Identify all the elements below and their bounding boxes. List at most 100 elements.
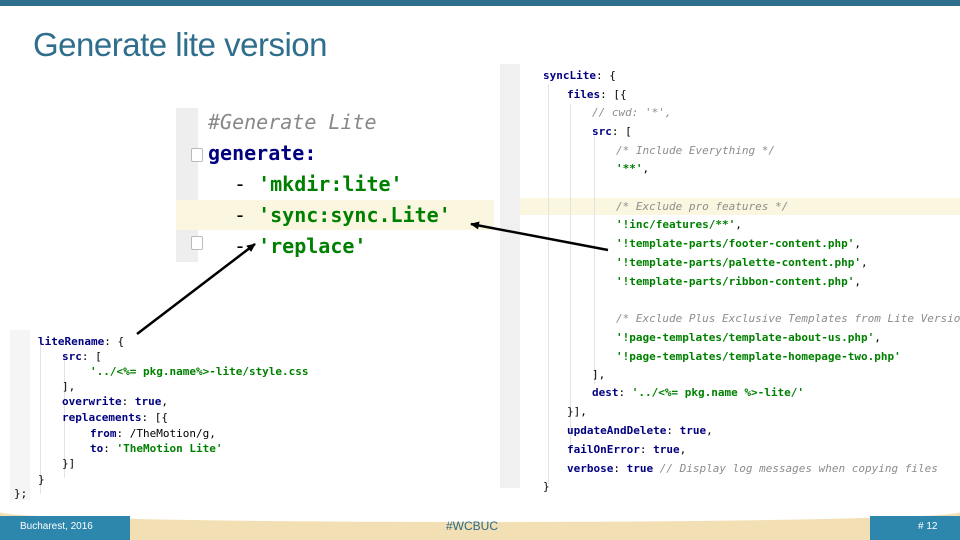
- code-token: }: [543, 480, 550, 493]
- code-token: true: [134, 395, 162, 408]
- code-token: ,: [642, 162, 650, 175]
- code-token: '../<%= pkg.name %>-lite/': [631, 386, 804, 399]
- code-token: verbose: [567, 462, 614, 475]
- code-line: dest: '../<%= pkg.name %>-lite/': [592, 386, 804, 399]
- yaml-comment: #Generate Lite: [208, 110, 377, 134]
- code-token: '!inc/features/**': [616, 218, 736, 231]
- yaml-code-panel: #Generate Lite generate: - 'mkdir:lite' …: [176, 108, 494, 262]
- fold-icon: [191, 148, 203, 162]
- yaml-item: - 'sync:sync.Lite': [234, 203, 451, 227]
- code-token: :: [121, 395, 135, 408]
- code-line: verbose: true // Display log messages wh…: [567, 462, 938, 475]
- code-token: syncLite: [543, 69, 596, 82]
- code-line: '**',: [616, 162, 649, 175]
- code-token: : [: [81, 350, 102, 363]
- code-token: replacements: [62, 411, 142, 424]
- code-token: true: [653, 443, 680, 456]
- code-token: ,: [161, 395, 168, 408]
- indent-guide: [594, 134, 595, 384]
- code-token: : [: [611, 125, 632, 138]
- code-line: updateAndDelete: true,: [567, 424, 713, 437]
- code-token: true: [626, 462, 654, 475]
- code-token: ],: [592, 368, 606, 381]
- code-line: '!template-parts/footer-content.php',: [616, 237, 861, 250]
- code-line: '!template-parts/palette-content.php',: [616, 256, 868, 269]
- code-line: }: [38, 473, 45, 486]
- code-token: :: [666, 424, 680, 437]
- footer-location: Bucharest, 2016: [20, 521, 93, 532]
- code-line: src: [: [62, 350, 102, 363]
- code-line: // cwd: '*',: [592, 106, 671, 119]
- code-line: '!template-parts/ribbon-content.php',: [616, 275, 861, 288]
- footer-hashtag: #WCBUC: [446, 519, 499, 533]
- yaml-item: - 'replace': [234, 234, 367, 258]
- code-line: '!page-templates/template-about-us.php',: [616, 331, 881, 344]
- code-token: to: [90, 442, 104, 455]
- indent-guide: [40, 344, 41, 494]
- code-token: ,: [854, 275, 862, 288]
- code-token: from: [90, 427, 117, 440]
- code-token: updateAndDelete: [567, 424, 667, 437]
- code-token: ,: [706, 424, 713, 437]
- code-line: overwrite: true,: [62, 395, 168, 408]
- code-token: : /TheMotion/g,: [116, 427, 216, 440]
- code-token: ,: [735, 218, 742, 231]
- code-token: :: [618, 386, 632, 399]
- code-line: files: [{: [567, 88, 627, 101]
- code-line: '!inc/features/**',: [616, 218, 742, 231]
- code-token: ,: [679, 443, 687, 456]
- code-token: ,: [861, 256, 868, 269]
- code-token: : [{: [141, 411, 168, 424]
- code-line: from: /TheMotion/g,: [90, 427, 216, 440]
- code-token: :: [639, 443, 654, 456]
- code-token: true: [679, 424, 707, 437]
- code-token: liteRename: [38, 335, 105, 348]
- code-token: overwrite: [62, 395, 122, 408]
- code-line: liteRename: {: [38, 335, 124, 348]
- code-line: ],: [592, 368, 605, 381]
- code-token: '!page-templates/template-homepage-two.p…: [616, 350, 901, 363]
- code-token: src: [592, 125, 612, 138]
- code-gutter: [10, 330, 30, 500]
- code-token: : {: [595, 69, 616, 82]
- code-token: }]: [62, 457, 76, 470]
- code-token: // Display log messages when copying fil…: [653, 462, 938, 475]
- code-token: /* Include Everything */: [616, 144, 775, 157]
- yaml-item: - 'mkdir:lite': [234, 172, 403, 196]
- code-line: }]: [62, 457, 75, 470]
- code-token: : {: [104, 335, 125, 348]
- code-line: failOnError: true,: [567, 443, 686, 456]
- code-token: ,: [874, 331, 881, 344]
- code-token: :: [103, 442, 117, 455]
- code-token: src: [62, 350, 82, 363]
- code-line: }],: [567, 405, 587, 418]
- code-token: '!template-parts/footer-content.php': [616, 237, 855, 250]
- code-token: }: [38, 473, 45, 486]
- code-gutter: [500, 64, 520, 488]
- code-line: }: [543, 480, 550, 493]
- rename-config-code-panel: liteRename: {src: ['../<%= pkg.name%>-li…: [10, 330, 330, 500]
- code-line: syncLite: {: [543, 69, 616, 82]
- slide-number: # 12: [918, 521, 938, 532]
- code-token: files: [567, 88, 601, 101]
- top-accent-bar: [0, 0, 960, 6]
- code-line: '../<%= pkg.name%>-lite/style.css: [90, 365, 309, 378]
- code-line: to: 'TheMotion Lite': [90, 442, 222, 455]
- sync-config-code-panel: syncLite: { files: [{ // cwd: '*', src: [ /*…: [500, 64, 960, 493]
- code-token: ,: [854, 237, 862, 250]
- code-token: '!template-parts/palette-content.php': [616, 256, 862, 269]
- code-token: dest: [592, 386, 619, 399]
- code-token: // cwd: '*',: [592, 106, 672, 119]
- indent-guide: [570, 104, 571, 444]
- code-token: '**': [616, 162, 643, 175]
- code-line: '!page-templates/template-homepage-two.p…: [616, 350, 901, 363]
- code-token: : [{: [600, 88, 627, 101]
- code-line: /* Exclude pro features */: [616, 200, 788, 213]
- code-token: failOnError: [567, 443, 640, 456]
- code-token: '../<%= pkg.name%>-lite/style.css: [90, 365, 309, 378]
- code-token: 'TheMotion Lite': [116, 442, 223, 455]
- yaml-key: generate:: [208, 141, 317, 165]
- fold-icon: [191, 236, 203, 250]
- code-token: /* Exclude pro features */: [616, 200, 789, 213]
- code-token: '!template-parts/ribbon-content.php': [616, 275, 855, 288]
